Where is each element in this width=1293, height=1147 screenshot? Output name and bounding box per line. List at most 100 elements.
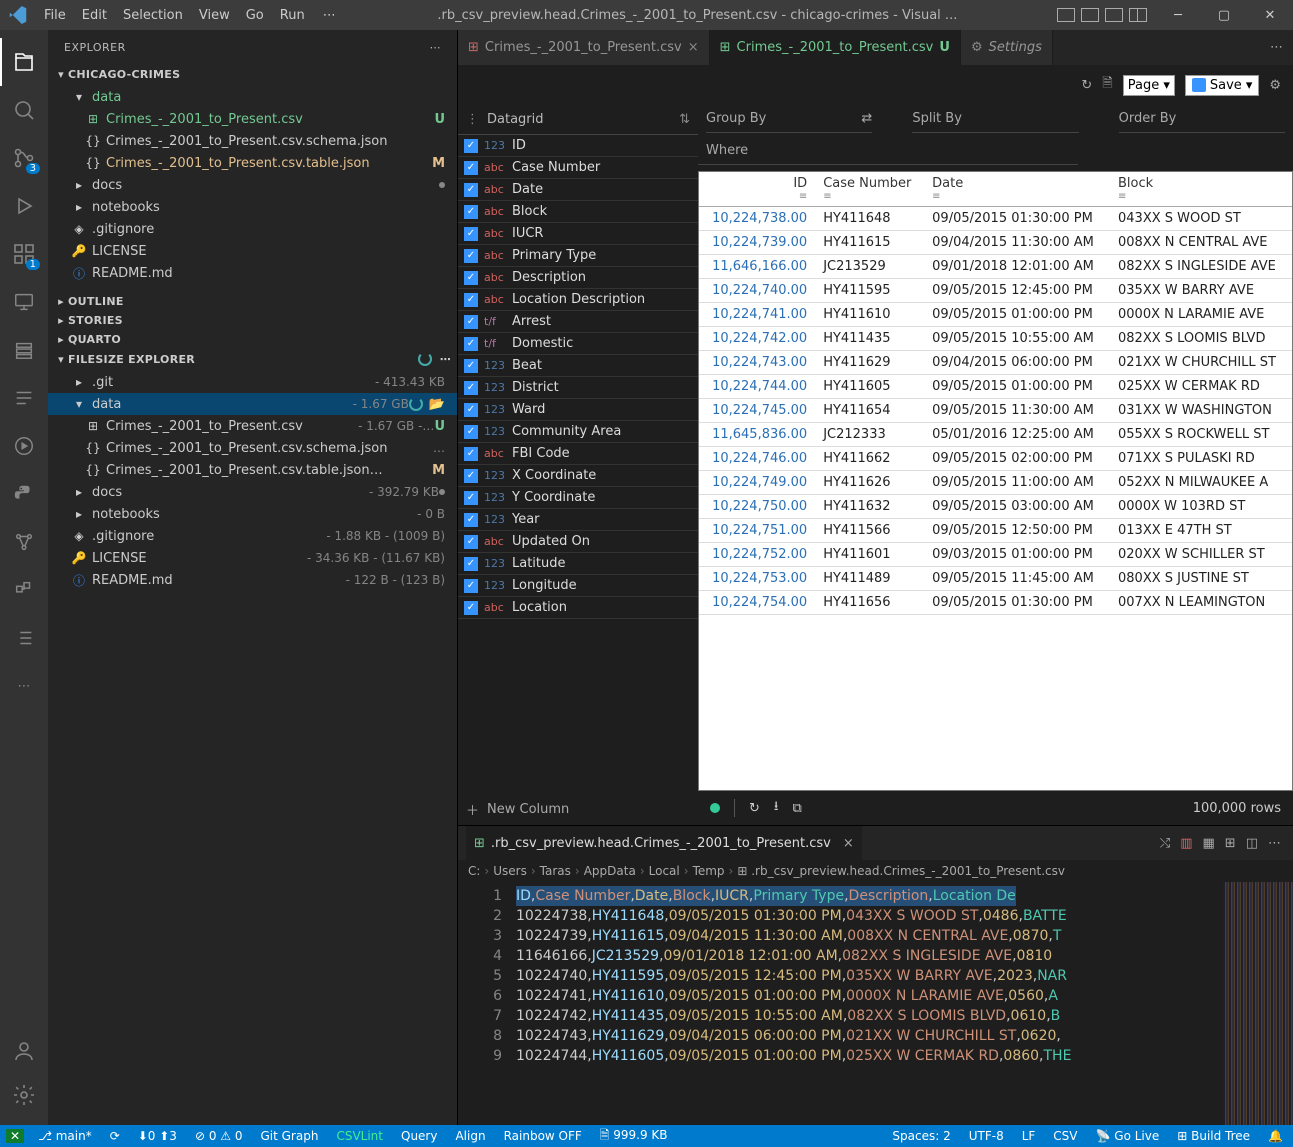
field-row[interactable]: ✓123Year [458,509,698,531]
field-row[interactable]: ✓123ID [458,135,698,157]
checkbox[interactable]: ✓ [464,491,478,505]
editor-tab[interactable]: ⚙Settings [961,30,1053,65]
editor-tab[interactable]: ⊞Crimes_-_2001_to_Present.csv× [458,30,710,65]
status-item[interactable]: ⊘ 0 ⚠ 0 [191,1129,247,1143]
explorer-icon[interactable] [0,38,48,86]
tree-item[interactable]: ▾data- 1.67 GB📂 [48,393,457,415]
page-select[interactable]: Page ▾ [1123,75,1175,96]
table-row[interactable]: 10,224,745.00HY41165409/05/2015 11:30:00… [699,399,1292,423]
container-icon[interactable] [0,566,48,614]
checkbox[interactable]: ✓ [464,557,478,571]
checkbox[interactable]: ✓ [464,447,478,461]
maximize-button[interactable]: ▢ [1201,0,1247,30]
more-icon[interactable]: ⋯ [1270,40,1283,55]
table-icon[interactable]: ⊞ [1225,836,1236,851]
field-row[interactable]: ✓abcLocation Description [458,289,698,311]
table-row[interactable]: 10,224,738.00HY41164809/05/2015 01:30:00… [699,207,1292,231]
menu-overflow-icon[interactable]: ⋯ [313,3,346,28]
split-by-input[interactable]: Split By [912,111,1078,133]
field-row[interactable]: ✓abcCase Number [458,157,698,179]
section-outline[interactable]: ▸OUTLINE [48,292,457,311]
menu-go[interactable]: Go [238,3,272,28]
status-item[interactable]: 📡 Go Live [1092,1129,1164,1143]
split-icon[interactable]: ◫ [1246,836,1258,851]
more-icon[interactable]: ⋯ [430,41,442,54]
breadcrumb[interactable]: C:›Users›Taras›AppData›Local›Temp›⊞ .rb_… [458,860,1293,882]
table-row[interactable]: 10,224,751.00HY41156609/05/2015 12:50:00… [699,519,1292,543]
table-row[interactable]: 10,224,746.00HY41166209/05/2015 02:00:00… [699,447,1292,471]
field-row[interactable]: ✓123Community Area [458,421,698,443]
checkbox[interactable]: ✓ [464,205,478,219]
table-row[interactable]: 10,224,752.00HY41160109/03/2015 01:00:00… [699,543,1292,567]
gear-icon[interactable] [0,1071,48,1119]
tree-item[interactable]: {}Crimes_-_2001_to_Present.csv.table.jso… [48,459,457,481]
checkbox[interactable]: ✓ [464,161,478,175]
run-debug-icon[interactable] [0,182,48,230]
status-item[interactable]: Git Graph [256,1129,322,1143]
save-button[interactable]: Save ▾ [1185,75,1259,96]
gear-icon[interactable]: ⚙ [1269,78,1281,93]
status-item[interactable]: CSV [1049,1129,1081,1143]
copy-icon[interactable]: ⧉ [792,801,801,816]
status-item[interactable]: 🔔 [1264,1129,1287,1143]
db-icon[interactable] [0,326,48,374]
checkbox[interactable]: ✓ [464,183,478,197]
checkbox[interactable]: ✓ [464,359,478,373]
live-icon[interactable] [0,422,48,470]
account-icon[interactable] [0,1027,48,1075]
status-item[interactable]: Rainbow OFF [500,1126,586,1147]
compare-icon[interactable]: ⤭ [1160,836,1170,851]
more-icon[interactable]: ⋯ [1268,836,1281,851]
tree-item[interactable]: ▸.git- 413.43 KB [48,371,457,393]
column-header[interactable]: Case Number≡ [815,172,924,207]
graph-icon[interactable] [0,518,48,566]
field-row[interactable]: ✓123Latitude [458,553,698,575]
search-icon[interactable] [0,86,48,134]
checkbox[interactable]: ✓ [464,579,478,593]
close-icon[interactable]: × [843,836,854,851]
field-row[interactable]: ✓t/fArrest [458,311,698,333]
checkbox[interactable]: ✓ [464,425,478,439]
table-row[interactable]: 10,224,739.00HY41161509/04/2015 11:30:00… [699,231,1292,255]
doc-icon[interactable]: 🗎 [1102,74,1112,96]
checkbox[interactable]: ✓ [464,601,478,615]
column-header[interactable]: Date≡ [924,172,1110,207]
table-row[interactable]: 10,224,740.00HY41159509/05/2015 12:45:00… [699,279,1292,303]
refresh-icon[interactable]: ↻ [1081,78,1092,93]
tree-item[interactable]: 🔑LICENSE [48,240,457,262]
field-row[interactable]: ✓abcLocation [458,597,698,619]
tree-item[interactable]: ▸notebooks- 0 B [48,503,457,525]
checkbox[interactable]: ✓ [464,337,478,351]
field-row[interactable]: ✓123District [458,377,698,399]
checkbox[interactable]: ✓ [464,249,478,263]
source-control-icon[interactable]: 3 [0,134,48,182]
table-row[interactable]: 10,224,749.00HY41162609/05/2015 11:00:00… [699,471,1292,495]
field-row[interactable]: ✓123Y Coordinate [458,487,698,509]
group-by-input[interactable]: Group By⇄ [706,111,872,133]
menu-run[interactable]: Run [272,3,313,28]
tree-item[interactable]: ⊞Crimes_-_2001_to_Present.csv- 1.67 GB -… [48,415,457,437]
table-row[interactable]: 10,224,753.00HY41148909/05/2015 11:45:00… [699,567,1292,591]
tree-item[interactable]: 🔑LICENSE- 34.36 KB - (11.67 KB) [48,547,457,569]
editor-tab[interactable]: ⊞Crimes_-_2001_to_Present.csvU [710,30,961,65]
new-column-button[interactable]: ＋New Column [458,794,698,825]
field-row[interactable]: ✓123X Coordinate [458,465,698,487]
status-item[interactable]: Align [451,1126,489,1147]
layout-icon[interactable]: ▦ [1203,836,1215,851]
list-icon[interactable] [0,614,48,662]
status-item[interactable]: Spaces: 2 [888,1129,954,1143]
column-header[interactable]: ID≡ [699,172,815,207]
breadcrumb-item[interactable]: AppData [584,864,636,878]
remote-icon[interactable] [0,278,48,326]
order-by-input[interactable]: Order By [1119,111,1285,133]
table-row[interactable]: 10,224,754.00HY41165609/05/2015 01:30:00… [699,591,1292,615]
tree-item[interactable]: ◈.gitignore [48,218,457,240]
table-row[interactable]: 11,645,836.00JC21233305/01/2016 12:25:00… [699,423,1292,447]
extensions-icon[interactable]: 1 [0,230,48,278]
breadcrumb-item[interactable]: Users [493,864,527,878]
menu-selection[interactable]: Selection [115,3,191,28]
table-row[interactable]: 10,224,744.00HY41160509/05/2015 01:00:00… [699,375,1292,399]
minimap[interactable] [1223,882,1293,1125]
breadcrumb-item[interactable]: ⊞ .rb_csv_preview.head.Crimes_-_2001_to_… [737,864,1065,878]
data-grid[interactable]: ID≡Case Number≡Date≡Block≡10,224,738.00H… [698,171,1293,791]
